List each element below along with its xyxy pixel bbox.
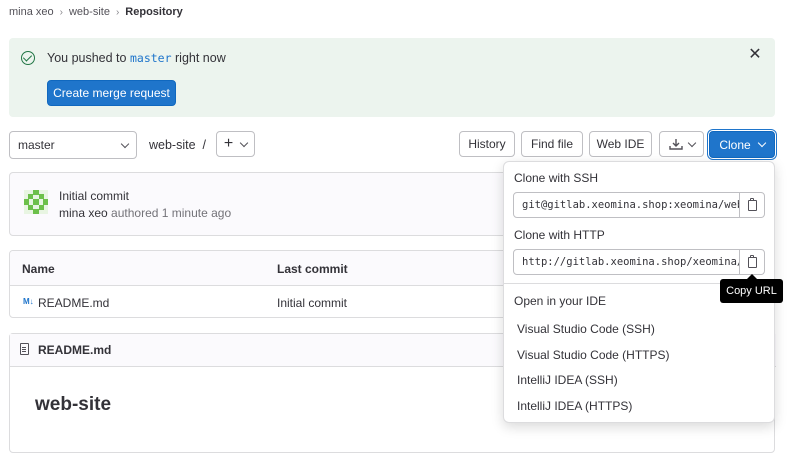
clone-ssh-group bbox=[513, 192, 765, 218]
add-to-tree-button[interactable]: + bbox=[216, 131, 255, 157]
check-circle-icon bbox=[21, 51, 35, 65]
alert-message-prefix: You pushed to bbox=[47, 51, 127, 65]
breadcrumb-item-project[interactable]: web-site bbox=[69, 6, 110, 18]
chevron-down-icon bbox=[120, 139, 130, 148]
find-file-button[interactable]: Find file bbox=[521, 131, 583, 157]
repo-path: web-site / bbox=[149, 138, 206, 152]
commit-author[interactable]: mina xeo bbox=[59, 206, 108, 220]
commit-time: authored 1 minute ago bbox=[111, 206, 232, 220]
clone-http-url-input[interactable] bbox=[514, 250, 739, 274]
avatar[interactable] bbox=[24, 190, 48, 214]
clipboard-icon bbox=[747, 197, 757, 211]
breadcrumb: mina xeo › web-site › Repository bbox=[9, 5, 183, 19]
chevron-down-icon bbox=[687, 138, 696, 147]
file-name-link[interactable]: README.md bbox=[38, 296, 109, 310]
commit-title[interactable]: Initial commit bbox=[59, 189, 129, 203]
path-separator: / bbox=[202, 138, 206, 152]
clone-button-label: Clone bbox=[719, 137, 751, 152]
clone-http-group bbox=[513, 249, 765, 275]
chevron-down-icon bbox=[239, 138, 249, 147]
web-ide-button[interactable]: Web IDE bbox=[589, 131, 652, 157]
copy-url-tooltip: Copy URL bbox=[720, 274, 783, 303]
copy-http-url-button[interactable] bbox=[739, 250, 764, 274]
branch-select-value: master bbox=[18, 138, 55, 152]
readme-filename[interactable]: README.md bbox=[38, 343, 111, 357]
copy-ssh-url-button[interactable] bbox=[739, 193, 764, 217]
download-icon bbox=[668, 138, 683, 150]
history-button[interactable]: History bbox=[459, 131, 515, 157]
alert-message: You pushed to master right now bbox=[47, 51, 226, 65]
plus-icon: + bbox=[223, 135, 234, 152]
close-icon[interactable]: ✕ bbox=[748, 47, 762, 63]
ide-item-intellij-ssh[interactable]: IntelliJ IDEA (SSH) bbox=[517, 373, 618, 387]
create-merge-request-button[interactable]: Create merge request bbox=[47, 80, 176, 106]
ide-item-vscode-https[interactable]: Visual Studio Code (HTTPS) bbox=[517, 348, 670, 362]
download-button[interactable] bbox=[659, 131, 704, 157]
markdown-icon: M↓ bbox=[23, 297, 34, 306]
chevron-right-icon: › bbox=[59, 6, 63, 18]
clone-ssh-label: Clone with SSH bbox=[514, 171, 599, 185]
alert-branch-name: master bbox=[129, 51, 172, 65]
file-last-commit-link[interactable]: Initial commit bbox=[277, 296, 347, 310]
ide-item-vscode-ssh[interactable]: Visual Studio Code (SSH) bbox=[517, 322, 655, 336]
ide-item-intellij-https[interactable]: IntelliJ IDEA (HTTPS) bbox=[517, 399, 632, 413]
clipboard-icon bbox=[747, 254, 757, 268]
commit-meta: mina xeo authored 1 minute ago bbox=[59, 206, 231, 220]
breadcrumb-item-user[interactable]: mina xeo bbox=[9, 6, 54, 18]
branch-select[interactable]: master bbox=[9, 131, 137, 159]
chevron-down-icon bbox=[757, 138, 766, 148]
column-header-last-commit: Last commit bbox=[277, 262, 348, 276]
alert-message-suffix: right now bbox=[175, 51, 226, 65]
file-icon bbox=[20, 343, 29, 355]
repo-path-link[interactable]: web-site bbox=[149, 138, 196, 152]
chevron-right-icon: › bbox=[115, 6, 120, 18]
push-alert: You pushed to master right now ✕ Create … bbox=[9, 38, 775, 117]
clone-ssh-url-input[interactable] bbox=[514, 193, 739, 217]
readme-heading: web-site bbox=[35, 394, 112, 415]
breadcrumb-current[interactable]: Repository bbox=[125, 6, 182, 18]
clone-http-label: Clone with HTTP bbox=[514, 228, 605, 242]
open-in-ide-heading: Open in your IDE bbox=[514, 294, 607, 308]
clone-button[interactable]: Clone bbox=[709, 131, 775, 158]
column-header-name: Name bbox=[22, 262, 55, 276]
